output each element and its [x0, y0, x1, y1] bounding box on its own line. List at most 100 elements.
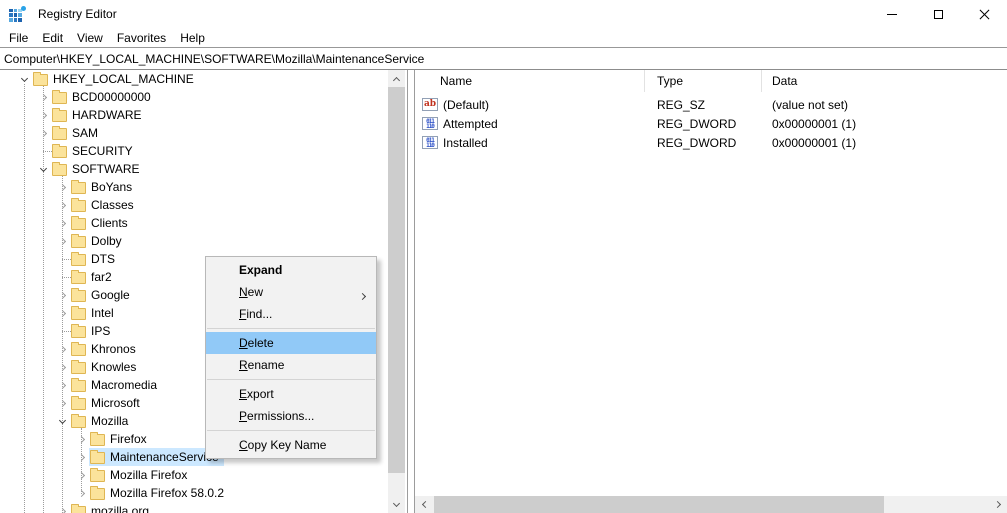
- menu-edit[interactable]: Edit: [41, 30, 64, 46]
- tree-item-mozilla-org[interactable]: mozilla.org: [0, 502, 407, 513]
- tree-item-dolby[interactable]: Dolby: [0, 232, 407, 250]
- value-type: REG_DWORD: [645, 136, 762, 150]
- tree-expand-chevron-icon[interactable]: [35, 160, 51, 178]
- tree-item-sam[interactable]: SAM: [0, 124, 407, 142]
- column-header-data[interactable]: Data: [762, 70, 1007, 92]
- dword-value-icon: [422, 117, 438, 130]
- value-row-installed[interactable]: Installed REG_DWORD 0x00000001 (1): [415, 133, 1007, 152]
- tree-expand-chevron-icon[interactable]: [54, 250, 70, 268]
- tree-expand-chevron-icon[interactable]: [54, 286, 70, 304]
- scrollbar-track[interactable]: [432, 496, 990, 513]
- tree-expand-chevron-icon[interactable]: [54, 178, 70, 196]
- value-row-attempted[interactable]: Attempted REG_DWORD 0x00000001 (1): [415, 114, 1007, 133]
- dword-value-icon: [422, 136, 438, 149]
- tree-expand-chevron-icon[interactable]: [54, 196, 70, 214]
- tree-expand-chevron-icon[interactable]: [35, 124, 51, 142]
- tree-item-label: Khronos: [90, 341, 139, 358]
- tree-expand-chevron-icon[interactable]: [54, 394, 70, 412]
- chevron-up-icon: [393, 76, 400, 83]
- tree-expand-chevron-icon[interactable]: [54, 340, 70, 358]
- tree-item-label: Mozilla Firefox: [109, 467, 190, 484]
- menu-favorites[interactable]: Favorites: [116, 30, 167, 46]
- tree-item-security[interactable]: SECURITY: [0, 142, 407, 160]
- scroll-left-button[interactable]: [415, 496, 432, 513]
- column-header-type[interactable]: Type: [645, 70, 762, 92]
- tree-expand-chevron-icon[interactable]: [16, 70, 32, 88]
- tree-item-hkey-local-machine[interactable]: HKEY_LOCAL_MACHINE: [0, 70, 407, 88]
- folder-icon: [52, 146, 67, 158]
- context-menu: Expand New Find... Delete Rename Export …: [205, 256, 377, 459]
- values-horizontal-scrollbar[interactable]: [415, 496, 1007, 513]
- value-row-default[interactable]: (Default) REG_SZ (value not set): [415, 95, 1007, 114]
- close-button[interactable]: [961, 0, 1007, 28]
- tree-item-label: Knowles: [90, 359, 139, 376]
- tree-scrollbar-thumb[interactable]: [388, 87, 405, 473]
- value-data: 0x00000001 (1): [762, 136, 1007, 150]
- tree-item-clients[interactable]: Clients: [0, 214, 407, 232]
- tree-item-mozilla-firefox[interactable]: Mozilla Firefox: [0, 466, 407, 484]
- tree-expand-chevron-icon[interactable]: [54, 232, 70, 250]
- tree-expand-chevron-icon[interactable]: [54, 214, 70, 232]
- value-name: Installed: [443, 136, 488, 150]
- context-menu-item-rename[interactable]: Rename: [206, 354, 376, 376]
- tree-expand-chevron-icon[interactable]: [54, 304, 70, 322]
- tree-item-label: DTS: [90, 251, 118, 268]
- context-menu-item-new[interactable]: New: [206, 281, 376, 303]
- tree-item-label: Dolby: [90, 233, 125, 250]
- tree-item-label: far2: [90, 269, 115, 286]
- menu-file[interactable]: File: [8, 30, 29, 46]
- menu-view[interactable]: View: [76, 30, 104, 46]
- tree-vertical-scrollbar[interactable]: [388, 70, 405, 513]
- tree-expand-chevron-icon[interactable]: [73, 466, 89, 484]
- context-menu-item-export[interactable]: Export: [206, 383, 376, 405]
- tree-expand-chevron-icon[interactable]: [73, 448, 89, 466]
- folder-icon: [71, 254, 86, 266]
- values-pane: Name Type Data (Default) REG_SZ (value n…: [415, 70, 1007, 513]
- tree-item-software[interactable]: SOFTWARE: [0, 160, 407, 178]
- context-menu-item-delete[interactable]: Delete: [206, 332, 376, 354]
- tree-expand-chevron-icon[interactable]: [54, 358, 70, 376]
- folder-icon: [90, 434, 105, 446]
- folder-icon: [71, 416, 86, 428]
- scroll-right-button[interactable]: [990, 496, 1007, 513]
- tree-expand-chevron-icon[interactable]: [54, 412, 70, 430]
- folder-icon: [90, 470, 105, 482]
- context-menu-item-copy-key-name[interactable]: Copy Key Name: [206, 434, 376, 456]
- folder-icon: [71, 236, 86, 248]
- tree-expand-chevron-icon[interactable]: [73, 430, 89, 448]
- tree-expand-chevron-icon[interactable]: [35, 142, 51, 160]
- tree-expand-chevron-icon[interactable]: [54, 376, 70, 394]
- window-controls: [869, 0, 1007, 28]
- tree-item-label: mozilla.org: [90, 503, 152, 513]
- values-scrollbar-thumb[interactable]: [434, 496, 884, 513]
- column-header-name[interactable]: Name: [415, 70, 645, 92]
- tree-expand-chevron-icon[interactable]: [54, 322, 70, 340]
- scroll-up-button[interactable]: [388, 70, 405, 87]
- menu-help[interactable]: Help: [179, 30, 206, 46]
- context-menu-item-label: Delete: [239, 336, 274, 350]
- folder-icon: [71, 326, 86, 338]
- context-menu-item-permissions[interactable]: Permissions...: [206, 405, 376, 427]
- tree-expand-chevron-icon[interactable]: [54, 502, 70, 513]
- tree-item-hardware[interactable]: HARDWARE: [0, 106, 407, 124]
- address-bar[interactable]: Computer\HKEY_LOCAL_MACHINE\SOFTWARE\Moz…: [0, 47, 1007, 70]
- maximize-button[interactable]: [915, 0, 961, 28]
- tree-item-classes[interactable]: Classes: [0, 196, 407, 214]
- context-menu-item-expand[interactable]: Expand: [206, 259, 376, 281]
- tree-item-boyans[interactable]: BoYans: [0, 178, 407, 196]
- tree-item-bcd00000000[interactable]: BCD00000000: [0, 88, 407, 106]
- folder-icon: [52, 110, 67, 122]
- tree-expand-chevron-icon[interactable]: [35, 106, 51, 124]
- pane-splitter[interactable]: [407, 70, 415, 513]
- minimize-button[interactable]: [869, 0, 915, 28]
- scroll-down-button[interactable]: [388, 496, 405, 513]
- tree-expand-chevron-icon[interactable]: [73, 484, 89, 502]
- tree-expand-chevron-icon[interactable]: [54, 268, 70, 286]
- context-menu-item-label: Rename: [239, 358, 284, 372]
- tree-item-label: Google: [90, 287, 133, 304]
- tree-item-mozilla-firefox-58-0-2[interactable]: Mozilla Firefox 58.0.2: [0, 484, 407, 502]
- context-menu-item-find[interactable]: Find...: [206, 303, 376, 325]
- folder-icon: [52, 128, 67, 140]
- context-menu-separator: [207, 328, 375, 329]
- tree-expand-chevron-icon[interactable]: [35, 88, 51, 106]
